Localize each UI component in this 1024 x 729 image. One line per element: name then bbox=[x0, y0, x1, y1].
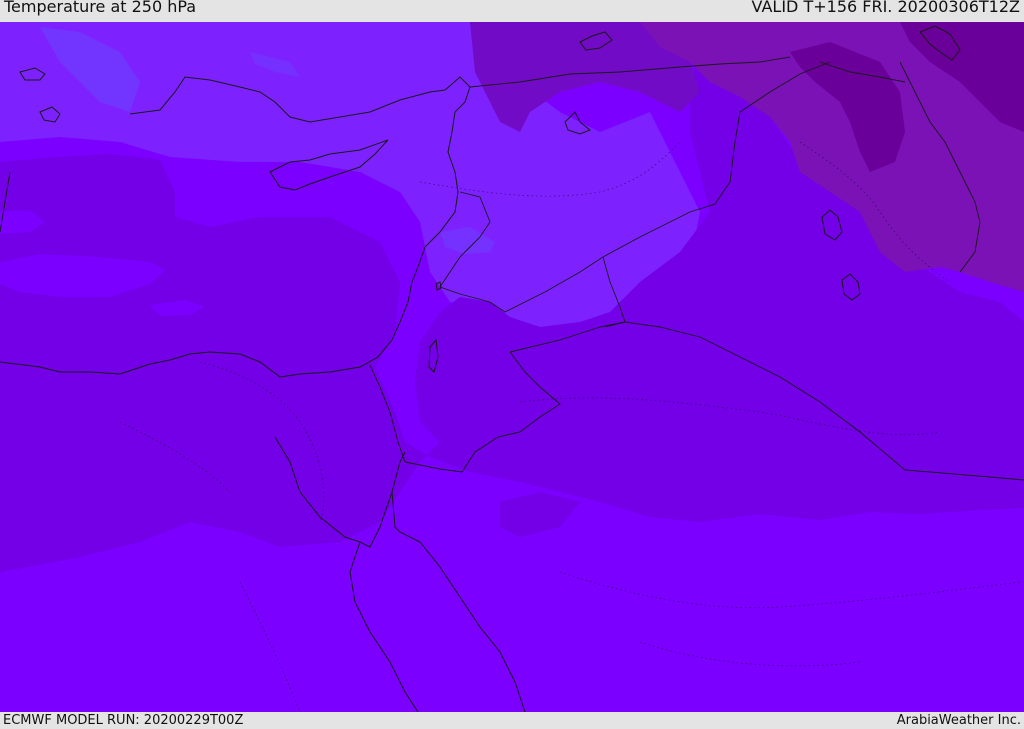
credit: ArabiaWeather Inc. bbox=[896, 713, 1021, 728]
bottom-bar: ECMWF MODEL RUN: 20200229T00Z ArabiaWeat… bbox=[0, 712, 1024, 729]
map-area[interactable] bbox=[0, 22, 1024, 712]
top-bar: Temperature at 250 hPa VALID T+156 FRI. … bbox=[0, 0, 1024, 22]
valid-time: VALID T+156 FRI. 20200306T12Z bbox=[751, 0, 1020, 16]
map-frame: Temperature at 250 hPa VALID T+156 FRI. … bbox=[0, 0, 1024, 729]
model-run: ECMWF MODEL RUN: 20200229T00Z bbox=[3, 713, 244, 728]
map-title: Temperature at 250 hPa bbox=[4, 0, 197, 16]
temperature-map bbox=[0, 22, 1024, 712]
